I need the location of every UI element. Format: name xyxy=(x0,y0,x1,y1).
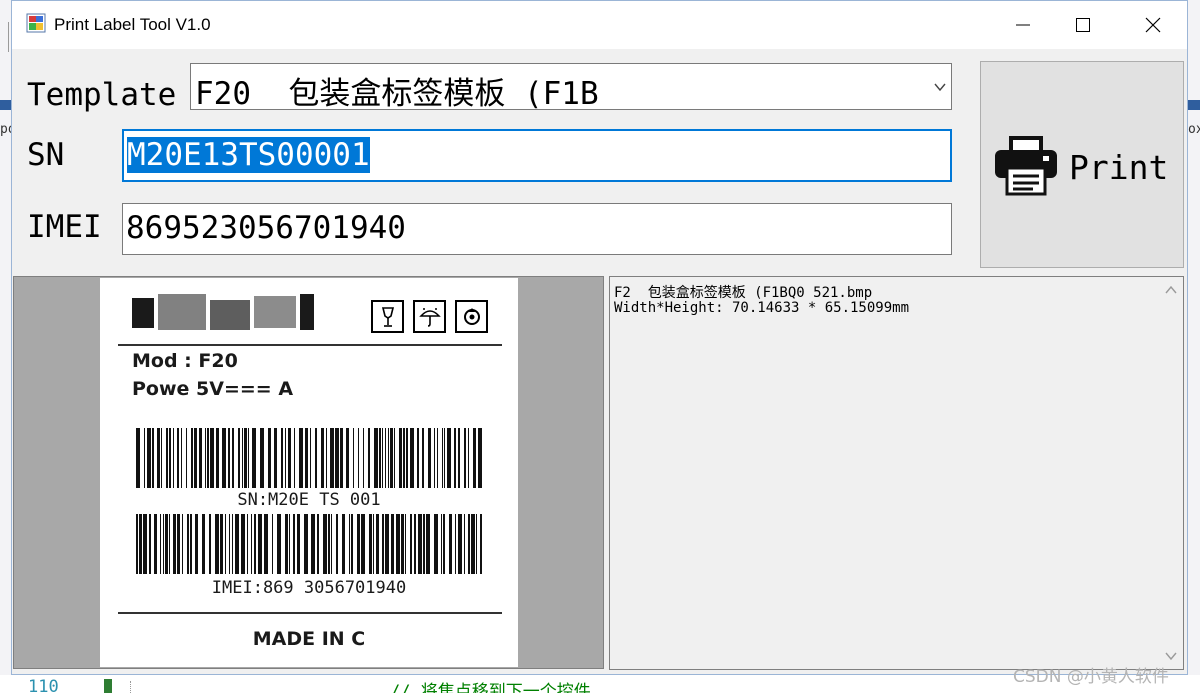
ide-left-edge xyxy=(0,0,11,693)
imei-value: 869523056701940 xyxy=(126,210,406,246)
watermark: CSDN @小黄人软件 xyxy=(1013,667,1169,687)
scroll-up-icon[interactable] xyxy=(1165,285,1177,295)
imei-barcode-text: IMEI:869 3056701940 xyxy=(211,578,407,598)
imei-input[interactable]: 869523056701940 xyxy=(122,203,952,255)
imei-label: IMEI xyxy=(27,209,102,245)
line-number: 110 xyxy=(28,677,59,693)
power-line: Powe 5V=== A xyxy=(132,378,294,400)
recycle-icon xyxy=(455,300,488,333)
print-label-window: Print Label Tool V1.0 Template F20_ 包装盒标… xyxy=(11,0,1188,675)
app-icon xyxy=(26,13,46,33)
change-marker xyxy=(104,679,112,693)
template-label: Template xyxy=(27,77,177,113)
title-bar[interactable]: Print Label Tool V1.0 xyxy=(12,1,1187,49)
label-image: Mod : F20 Powe 5V=== A SN:M20E TS 001 IM… xyxy=(100,278,518,667)
chevron-down-icon xyxy=(934,83,946,92)
info-file-line: F2 包装盒标签模板 (F1BQ0 521.bmp xyxy=(614,285,873,301)
sn-input[interactable]: M20E13TS00001 xyxy=(122,129,952,182)
code-comment: // 将焦点移到下一个控件 xyxy=(390,682,591,693)
sn-label: SN xyxy=(27,137,65,173)
sn-barcode-text: SN:M20E TS 001 xyxy=(237,490,381,510)
imei-barcode xyxy=(136,514,482,574)
model-line: Mod : F20 xyxy=(132,350,238,372)
maximize-button[interactable] xyxy=(1048,1,1118,49)
template-info-box[interactable]: F2 包装盒标签模板 (F1BQ0 521.bmp Width*Height: … xyxy=(609,276,1184,670)
keep-dry-icon xyxy=(413,300,446,333)
print-button-label: Print xyxy=(1069,148,1169,187)
ide-right-edge xyxy=(1188,0,1200,693)
close-icon xyxy=(1145,17,1161,33)
fragile-icon xyxy=(371,300,404,333)
brand-logo xyxy=(132,294,316,334)
label-preview: Mod : F20 Powe 5V=== A SN:M20E TS 001 IM… xyxy=(13,276,604,669)
label-divider-bottom xyxy=(118,612,502,614)
label-divider-top xyxy=(118,344,502,346)
window-title: Print Label Tool V1.0 xyxy=(54,15,211,34)
info-size-line: Width*Height: 70.14633 * 65.15099mm xyxy=(614,300,910,316)
template-selected-value: F20_ 包装盒标签模板 (F1B xyxy=(195,76,599,110)
print-button[interactable]: Print xyxy=(980,61,1184,268)
sn-value: M20E13TS00001 xyxy=(127,137,370,173)
template-select[interactable]: F20_ 包装盒标签模板 (F1B xyxy=(190,63,952,110)
close-button[interactable] xyxy=(1118,1,1188,49)
ide-right-fragment: ox xyxy=(1188,122,1200,137)
scroll-down-icon[interactable] xyxy=(1165,651,1177,661)
printer-icon xyxy=(995,136,1057,196)
minimize-icon xyxy=(1016,24,1030,26)
sn-barcode xyxy=(136,428,482,488)
maximize-icon xyxy=(1076,18,1090,32)
made-in-line: MADE IN C xyxy=(252,628,366,650)
